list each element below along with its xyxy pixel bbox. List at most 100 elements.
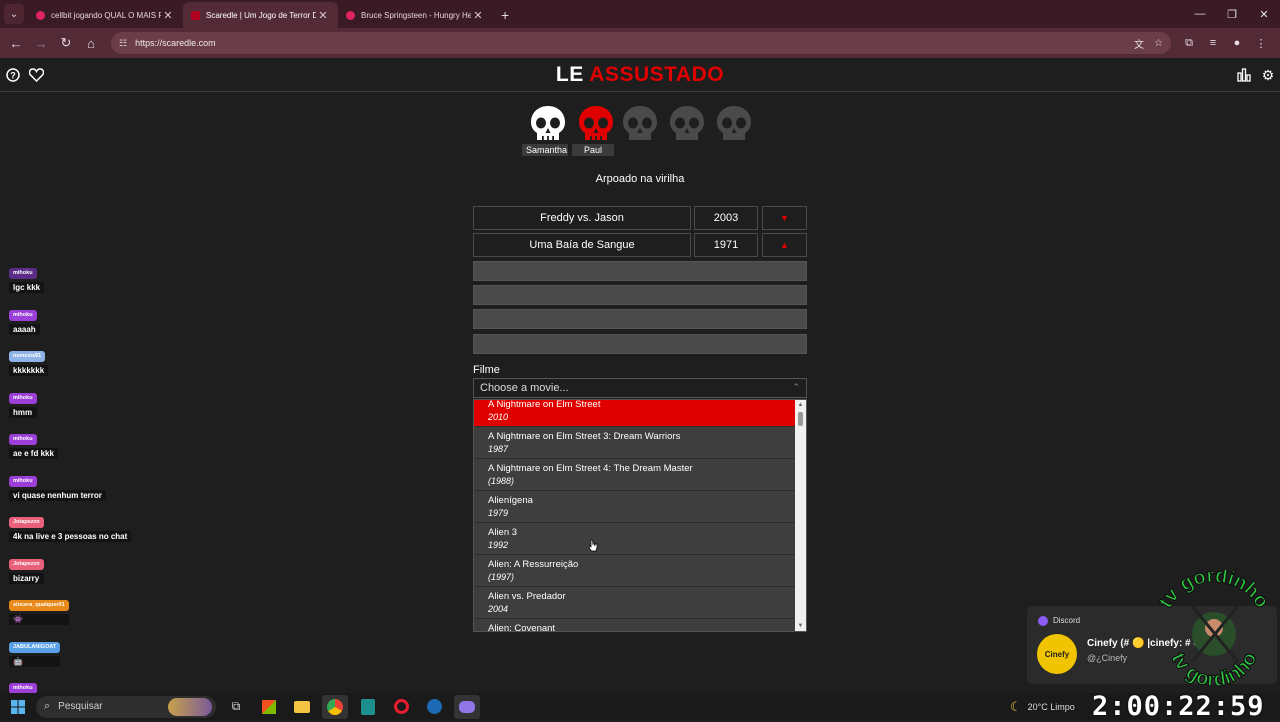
guess-year: 1971: [694, 233, 758, 257]
steam-icon[interactable]: [421, 695, 447, 719]
address-bar[interactable]: ☷ https://scaredle.com 文 ☆: [111, 32, 1171, 54]
guess-title: Freddy vs. Jason: [473, 206, 691, 230]
window-controls: — ❐ ✕: [1184, 0, 1280, 28]
chat-text: aaaah: [9, 324, 40, 335]
skull-icon: [623, 106, 657, 140]
discord-icon: [1038, 616, 1048, 626]
chat-message: mihoku lgc kkk: [9, 261, 45, 293]
browser-tab-strip: ⌄ cellbit jogando QUAL O MAIS P ✕ Scared…: [0, 0, 1280, 28]
file-explorer-icon[interactable]: [289, 695, 315, 719]
movie-option[interactable]: A Nightmare on Elm Street 3: Dream Warri…: [474, 427, 796, 459]
guess-row: Freddy vs. Jason 2003 ▼: [473, 206, 807, 230]
youtube-icon: [346, 10, 355, 20]
extensions-icon[interactable]: ⧉: [1177, 31, 1201, 55]
chat-username: Jotapezzo: [9, 517, 44, 528]
chat-message: mihoku vi quase nenhum terror: [9, 469, 106, 501]
option-year: (1988): [488, 476, 515, 486]
reload-icon[interactable]: ↻: [54, 31, 78, 55]
chat-message: mihoku ae e fd kkk: [9, 427, 58, 459]
chat-message: nemesis91 kkkkkkk: [9, 344, 49, 376]
player-name: Samantha: [522, 144, 568, 156]
movie-option[interactable]: Alien vs. Predador 2004: [474, 587, 796, 619]
close-window-icon[interactable]: ✕: [1248, 0, 1280, 28]
tab-search-icon[interactable]: ⌄: [4, 4, 24, 24]
weather-text: 20°C Limpo: [1027, 701, 1075, 712]
home-icon[interactable]: ⌂: [79, 31, 103, 55]
chat-username: Jotapezzo: [9, 559, 44, 570]
app-icon[interactable]: [355, 695, 381, 719]
browser-tab[interactable]: cellbit jogando QUAL O MAIS P ✕: [28, 2, 183, 28]
guess-title: Uma Baía de Sangue: [473, 233, 691, 257]
page: ? LE ASSUSTADO ⚙ Samantha Paul Arpoado n…: [0, 58, 1280, 708]
chat-message: Jotapezzo 4k na live e 3 pessoas no chat: [9, 510, 132, 542]
chat-text: lgc kkk: [9, 282, 45, 293]
empty-guess-slot: [473, 285, 807, 305]
year-up-arrow-icon: ▲: [762, 233, 807, 257]
bookmark-star-icon[interactable]: ☆: [1154, 38, 1163, 49]
chat-text: bizarry: [9, 573, 44, 584]
movie-select[interactable]: Choose a movie... ⌃: [473, 378, 807, 398]
media-icon[interactable]: ≡: [1201, 31, 1225, 55]
skull-icon: [531, 106, 565, 140]
back-icon[interactable]: ←: [4, 31, 28, 55]
movie-field-label: Filme: [473, 364, 500, 376]
option-title: Alien: A Ressurreição: [488, 559, 579, 570]
svg-text:tv gordinho: tv gordinho: [1155, 570, 1273, 612]
settings-gear-icon[interactable]: ⚙: [1259, 66, 1277, 84]
chat-text: ae e fd kkk: [9, 448, 58, 459]
new-tab-button[interactable]: +: [493, 7, 517, 28]
weather-widget[interactable]: ☾ 20°C Limpo: [1010, 693, 1075, 720]
movie-option[interactable]: A Nightmare on Elm Street 4: The Dream M…: [474, 459, 796, 491]
chat-message: mihoku aaaah: [9, 303, 40, 335]
movie-option[interactable]: Alien: A Ressurreição (1997): [474, 555, 796, 587]
opera-icon[interactable]: [388, 695, 414, 719]
translate-icon[interactable]: 文: [1134, 36, 1144, 51]
chat-text: kkkkkkk: [9, 365, 49, 376]
chat-text: vi quase nenhum terror: [9, 490, 106, 501]
discord-taskbar-icon[interactable]: [454, 694, 480, 719]
option-title: Alien 3: [488, 527, 518, 538]
close-tab-icon[interactable]: ✕: [316, 9, 330, 22]
restore-icon[interactable]: ❐: [1216, 0, 1248, 28]
empty-guess-slot: [473, 261, 807, 281]
dropdown-scrollbar[interactable]: ▲ ▼: [795, 400, 806, 631]
close-tab-icon[interactable]: ✕: [161, 9, 175, 22]
chevron-up-icon[interactable]: ⌃: [792, 382, 800, 393]
profile-icon[interactable]: ●: [1225, 31, 1249, 55]
option-title: Alien: Covenant: [488, 623, 556, 632]
search-highlight-image: [168, 697, 212, 716]
logo-part-1: LE: [555, 63, 584, 86]
skull-icon: [670, 106, 704, 140]
chat-text: 4k na live e 3 pessoas no chat: [9, 531, 132, 542]
notification-subtitle: @¿Cinefy: [1087, 653, 1128, 663]
taskbar-search[interactable]: ⌕ Pesquisar: [36, 695, 216, 718]
close-tab-icon[interactable]: ✕: [471, 9, 485, 22]
movie-option[interactable]: Alienígena 1979: [474, 491, 796, 523]
moon-icon: ☾: [1010, 698, 1022, 714]
chrome-icon[interactable]: [322, 694, 348, 719]
scrollbar-thumb[interactable]: [798, 412, 803, 426]
browser-tab-active[interactable]: Scaredle | Um Jogo de Terror D ✕: [183, 2, 338, 28]
option-year: 2004: [488, 604, 509, 614]
scroll-up-icon[interactable]: ▲: [795, 400, 806, 410]
browser-tab[interactable]: Bruce Springsteen - Hungry He ✕: [338, 2, 493, 28]
movie-option[interactable]: A Nightmare on Elm Street 2010: [474, 399, 796, 427]
site-info-icon[interactable]: ☷: [119, 38, 127, 49]
windows-start-icon[interactable]: [6, 695, 30, 719]
tab-title: Scaredle | Um Jogo de Terror D: [206, 10, 316, 20]
search-icon: ⌕: [44, 700, 51, 712]
chat-message: Jotapezzo bizarry: [9, 552, 44, 584]
forward-icon[interactable]: →: [29, 31, 53, 55]
movie-option[interactable]: Alien: Covenant: [474, 619, 796, 632]
minimize-icon[interactable]: —: [1184, 0, 1216, 28]
menu-icon[interactable]: ⋮: [1249, 31, 1273, 55]
chat-text: hmm: [9, 407, 37, 418]
store-icon[interactable]: [256, 695, 282, 719]
scroll-down-icon[interactable]: ▼: [795, 621, 806, 631]
movie-option[interactable]: Alien 3 1992: [474, 523, 796, 555]
option-title: Alienígena: [488, 495, 533, 506]
task-view-icon[interactable]: ⧉: [223, 695, 249, 719]
option-title: A Nightmare on Elm Street: [488, 399, 601, 410]
stats-icon[interactable]: [1235, 66, 1253, 84]
url-text: https://scaredle.com: [135, 38, 216, 48]
